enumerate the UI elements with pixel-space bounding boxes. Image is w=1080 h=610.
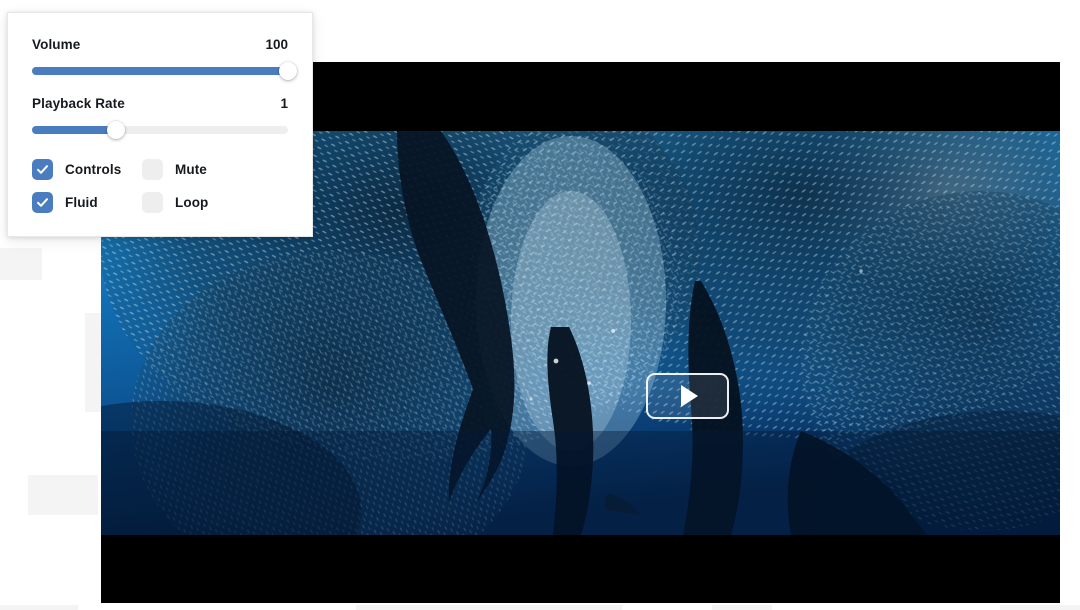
- playback-rate-slider-thumb[interactable]: [107, 121, 126, 139]
- skeleton-placeholder-block: [0, 605, 78, 610]
- checkbox-label: Mute: [175, 162, 207, 177]
- checkbox-fluid[interactable]: Fluid: [32, 192, 142, 213]
- options-checkbox-grid: Controls Mute Fluid Loop: [32, 159, 288, 213]
- playback-rate-slider[interactable]: [32, 121, 288, 139]
- checkbox-box[interactable]: [32, 159, 53, 180]
- checkmark-icon: [37, 165, 48, 174]
- play-triangle-icon: [681, 385, 698, 407]
- volume-slider-thumb[interactable]: [279, 62, 297, 80]
- volume-label: Volume: [32, 37, 81, 52]
- skeleton-placeholder-block: [28, 475, 98, 515]
- playback-rate-label: Playback Rate: [32, 96, 125, 111]
- skeleton-placeholder-block: [0, 248, 42, 280]
- volume-slider[interactable]: [32, 62, 297, 80]
- playback-rate-slider-fill: [32, 126, 117, 134]
- checkbox-mute[interactable]: Mute: [142, 159, 288, 180]
- play-button[interactable]: [646, 373, 729, 419]
- checkbox-loop[interactable]: Loop: [142, 192, 288, 213]
- player-settings-panel: Volume 100 Playback Rate 1 Controls Mute…: [7, 12, 313, 237]
- checkbox-label: Controls: [65, 162, 122, 177]
- volume-row: Volume 100: [32, 37, 288, 52]
- checkbox-label: Loop: [175, 195, 209, 210]
- checkbox-label: Fluid: [65, 195, 98, 210]
- skeleton-placeholder-block: [1000, 605, 1080, 610]
- checkbox-box[interactable]: [32, 192, 53, 213]
- volume-value: 100: [265, 37, 288, 52]
- checkbox-controls[interactable]: Controls: [32, 159, 142, 180]
- playback-rate-row: Playback Rate 1: [32, 96, 288, 111]
- checkbox-box[interactable]: [142, 192, 163, 213]
- checkbox-box[interactable]: [142, 159, 163, 180]
- skeleton-placeholder-block: [85, 313, 101, 412]
- checkmark-icon: [37, 198, 48, 207]
- playback-rate-value: 1: [280, 96, 288, 111]
- skeleton-placeholder-block: [712, 605, 772, 610]
- skeleton-placeholder-block: [356, 605, 622, 610]
- volume-slider-fill: [32, 67, 288, 75]
